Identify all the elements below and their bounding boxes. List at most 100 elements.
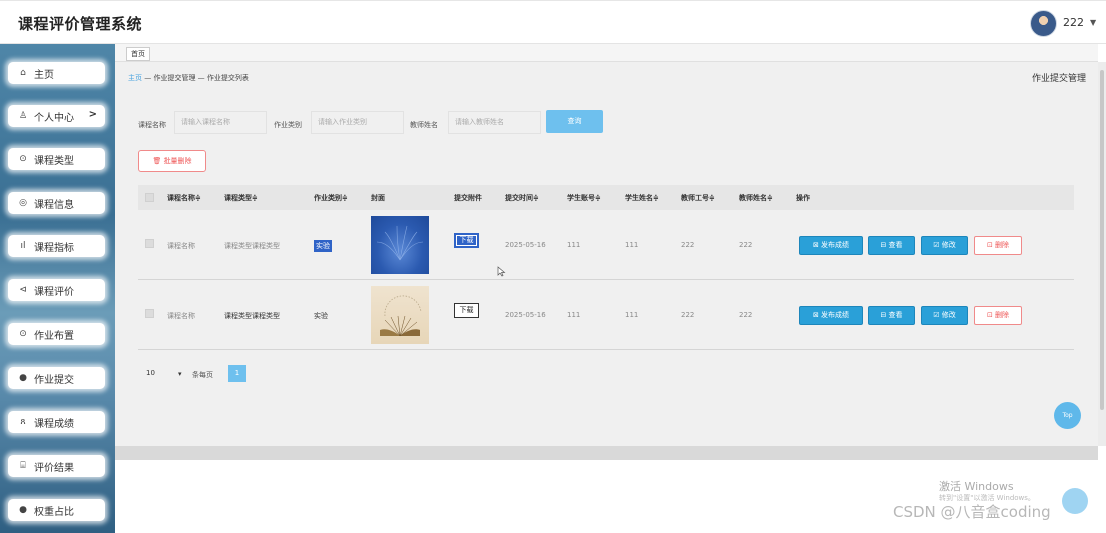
teacher-name-input[interactable]: 请输入教师姓名 <box>448 111 541 134</box>
sidebar-item-course-evaluation[interactable]: ⊲ 课程评价 <box>8 279 105 301</box>
tab-home[interactable]: 首页 <box>126 47 150 61</box>
cover-image <box>371 216 429 274</box>
th-attachment: 提交附件 <box>454 194 482 202</box>
sidebar-item-course-type[interactable]: ⊙ 课程类型 <box>8 148 105 170</box>
sidebar-item-label: 课程指标 <box>34 242 74 254</box>
main-content: 首页 主页 — 作业提交管理 — 作业提交列表 作业提交管理 课程名称 请输入课… <box>115 44 1098 446</box>
mouse-cursor-icon <box>497 266 506 277</box>
homework-type-input[interactable]: 请输入作业类别 <box>311 111 404 134</box>
row-checkbox[interactable] <box>145 309 154 318</box>
delete-button[interactable]: ⊡ 删除 <box>974 236 1022 255</box>
user-avatar[interactable] <box>1030 10 1057 37</box>
th-teacher-name[interactable]: 教师姓名≑ <box>739 193 773 203</box>
table-row: 课程名称 课程类型课程类型 实验 下载 2025-05-16 111 111 2 <box>138 280 1074 350</box>
view-button[interactable]: ⊟ 查看 <box>868 236 915 255</box>
edit-button[interactable]: ☑ 修改 <box>921 306 968 325</box>
sidebar-item-label: 权重占比 <box>34 506 74 518</box>
circle-icon: ⊙ <box>19 154 27 164</box>
th-course-type[interactable]: 课程类型≑ <box>224 193 258 203</box>
th-submit-time[interactable]: 提交时间≑ <box>505 193 539 203</box>
page-size-select[interactable]: 10 <box>138 364 190 383</box>
batch-delete-label: 批量删除 <box>163 157 192 165</box>
username[interactable]: 222 <box>1063 16 1084 29</box>
user-filled-icon: ● <box>19 373 27 383</box>
sidebar: ⌂ 主页 ♙ 个人中心 > ⊙ 课程类型 ◎ 课程信息 ıl 课程指标 ⊲ 课程… <box>0 44 115 533</box>
breadcrumb-home-link[interactable]: 主页 <box>128 74 142 82</box>
sidebar-item-label: 课程成绩 <box>34 418 74 430</box>
tab-bar: 首页 <box>115 44 1098 62</box>
publish-grade-button[interactable]: ⊠ 发布成绩 <box>799 306 863 325</box>
back-to-top-button-faded[interactable] <box>1062 488 1088 514</box>
publish-grade-button[interactable]: ⊠ 发布成绩 <box>799 236 863 255</box>
windows-activation-title: 激活 Windows <box>939 480 1014 493</box>
sidebar-item-label: 作业提交 <box>34 374 74 386</box>
home-icon: ⌂ <box>20 68 26 78</box>
trash-icon: 🗑 <box>152 157 162 165</box>
person-icon: ♙ <box>18 111 28 121</box>
cell-teacher-name: 222 <box>739 311 753 319</box>
cell-teacher-id: 222 <box>681 311 695 319</box>
th-cover: 封面 <box>371 194 385 202</box>
page-title: 作业提交管理 <box>1031 74 1086 84</box>
sidebar-item-label: 评价结果 <box>34 462 74 474</box>
cell-teacher-id: 222 <box>681 241 695 249</box>
arc-decoration-icon <box>384 295 422 317</box>
download-button[interactable]: 下载 <box>454 233 479 248</box>
th-course-name[interactable]: 课程名称≑ <box>167 193 201 203</box>
cell-course-type: 课程类型课程类型 <box>224 312 280 320</box>
sidebar-item-label: 课程类型 <box>34 155 74 167</box>
table-row: 课程名称 课程类型课程类型 实验 下载 2025-05-16 111 111 2… <box>138 210 1074 280</box>
cell-homework-type: 实验 <box>314 312 328 320</box>
comment-icon: ⊲ <box>19 285 27 295</box>
cell-student-name: 111 <box>625 311 639 319</box>
breadcrumb: 主页 — 作业提交管理 — 作业提交列表 <box>128 73 249 83</box>
download-button[interactable]: 下载 <box>454 303 479 318</box>
horizontal-scrollbar[interactable] <box>115 446 1098 460</box>
search-button[interactable]: 查询 <box>546 110 603 133</box>
cell-submit-time: 2025-05-16 <box>505 241 546 249</box>
sidebar-item-course-index[interactable]: ıl 课程指标 <box>8 235 105 257</box>
target-icon: ⊙ <box>19 329 27 339</box>
th-teacher-id[interactable]: 教师工号≑ <box>681 193 715 203</box>
cell-homework-type: 实验 <box>314 240 332 252</box>
sidebar-item-course-grades[interactable]: ጸ 课程成绩 <box>8 411 105 433</box>
cell-course-name: 课程名称 <box>167 312 195 320</box>
th-homework-type[interactable]: 作业类别≑ <box>314 193 348 203</box>
row-checkbox[interactable] <box>145 239 154 248</box>
sidebar-item-label: 课程评价 <box>34 286 74 298</box>
cell-student-name: 111 <box>625 241 639 249</box>
sidebar-item-course-info[interactable]: ◎ 课程信息 <box>8 192 105 214</box>
cell-course-type: 课程类型课程类型 <box>224 242 280 250</box>
sidebar-item-label: 作业布置 <box>34 330 74 342</box>
course-name-label: 课程名称 <box>138 121 166 129</box>
chevron-down-icon[interactable]: ▾ <box>178 370 182 378</box>
sidebar-item-evaluation-results[interactable]: ⌸ 评价结果 <box>8 455 105 477</box>
sidebar-item-homework-assign[interactable]: ⊙ 作业布置 <box>8 323 105 345</box>
sidebar-item-personal-center[interactable]: ♙ 个人中心 > <box>8 105 105 127</box>
vertical-scrollbar-thumb[interactable] <box>1100 70 1104 410</box>
circle-info-icon: ◎ <box>19 198 27 208</box>
course-name-input[interactable]: 请输入课程名称 <box>174 111 267 134</box>
chat-icon: ⌸ <box>20 461 26 471</box>
sidebar-item-label: 课程信息 <box>34 199 74 211</box>
group-icon: ጸ <box>20 417 26 427</box>
back-to-top-button[interactable]: Top <box>1054 402 1081 429</box>
top-header: 课程评价管理系统 222 ▼ <box>0 0 1106 44</box>
edit-button[interactable]: ☑ 修改 <box>921 236 968 255</box>
delete-button[interactable]: ⊡ 删除 <box>974 306 1022 325</box>
batch-delete-button[interactable]: 🗑 批量删除 <box>138 150 206 172</box>
sidebar-item-weight-ratio[interactable]: ● 权重占比 <box>8 499 105 521</box>
page-number-current[interactable]: 1 <box>228 365 246 382</box>
teacher-name-label: 教师姓名 <box>410 121 438 129</box>
sidebar-item-home[interactable]: ⌂ 主页 <box>8 62 105 84</box>
dot-icon: ● <box>19 505 27 515</box>
th-student-name[interactable]: 学生姓名≑ <box>625 193 659 203</box>
caret-down-icon[interactable]: ▼ <box>1090 18 1096 27</box>
th-actions: 操作 <box>796 194 810 202</box>
select-all-checkbox[interactable] <box>145 193 154 202</box>
app-title: 课程评价管理系统 <box>18 15 143 33</box>
view-button[interactable]: ⊟ 查看 <box>868 306 915 325</box>
table-header: 课程名称≑ 课程类型≑ 作业类别≑ 封面 提交附件 提交时间≑ 学生账号≑ 学生… <box>138 185 1074 210</box>
th-student-account[interactable]: 学生账号≑ <box>567 193 601 203</box>
sidebar-item-homework-submit[interactable]: ● 作业提交 <box>8 367 105 389</box>
